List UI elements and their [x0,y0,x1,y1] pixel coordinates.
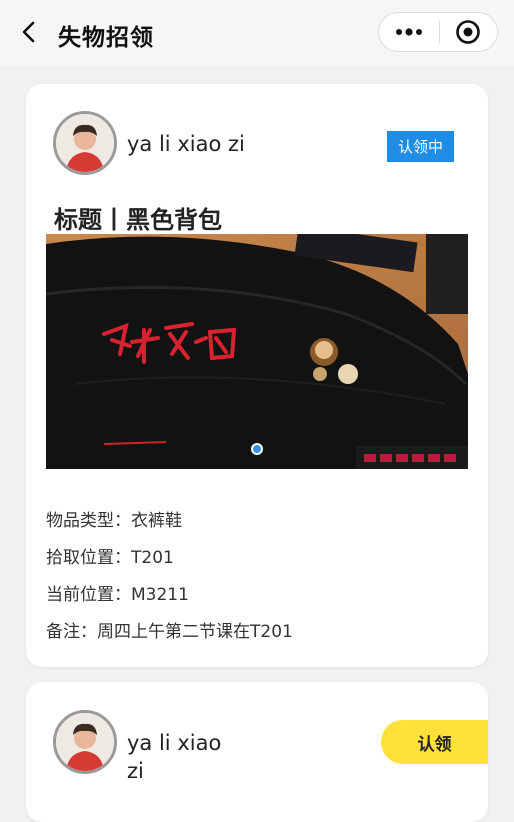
avatar[interactable] [53,111,117,175]
detail-label: 物品类型： [46,511,131,531]
detail-label: 拾取位置： [46,548,131,568]
lost-item-card[interactable]: ya li xiao zi 认领 [26,682,488,822]
user-avatar-image [56,713,114,771]
item-title: 标题丨黑色背包 [54,206,222,234]
navigation-bar: 失物招领 [0,0,514,66]
detail-label: 备注： [46,622,97,642]
detail-label: 当前位置： [46,585,131,605]
lost-item-card[interactable]: ya li xiao zi 认领中 标题丨黑色背包 物品类型：衣裤鞋 拾取位置：… [26,84,488,667]
close-button[interactable] [439,13,497,51]
detail-remark: 备注：周四上午第二节课在T201 [46,617,293,642]
user-avatar-image [56,114,114,172]
detail-item-type: 物品类型：衣裤鞋 [46,506,182,531]
more-button[interactable] [379,13,439,51]
back-button[interactable] [14,16,44,48]
username-line: zi [127,759,144,783]
backpack-photo [46,234,468,469]
detail-pickup-location: 拾取位置：T201 [46,543,174,568]
more-dots-icon [395,28,422,36]
detail-value: T201 [131,548,174,568]
mini-program-capsule [378,12,498,52]
detail-value: 衣裤鞋 [131,511,182,531]
avatar[interactable] [53,710,117,774]
chevron-left-icon [22,21,35,43]
claim-button[interactable]: 认领 [381,720,488,764]
item-photo[interactable] [46,234,468,469]
detail-value: M3211 [131,585,189,605]
username: ya li xiao zi [127,729,221,785]
detail-current-location: 当前位置：M3211 [46,580,189,605]
username: ya li xiao zi [127,132,245,156]
page-title: 失物招领 [58,25,154,51]
status-badge: 认领中 [387,131,454,162]
target-circle-icon [456,20,481,44]
username-line: ya li xiao [127,731,222,755]
detail-value: 周四上午第二节课在T201 [97,622,293,642]
